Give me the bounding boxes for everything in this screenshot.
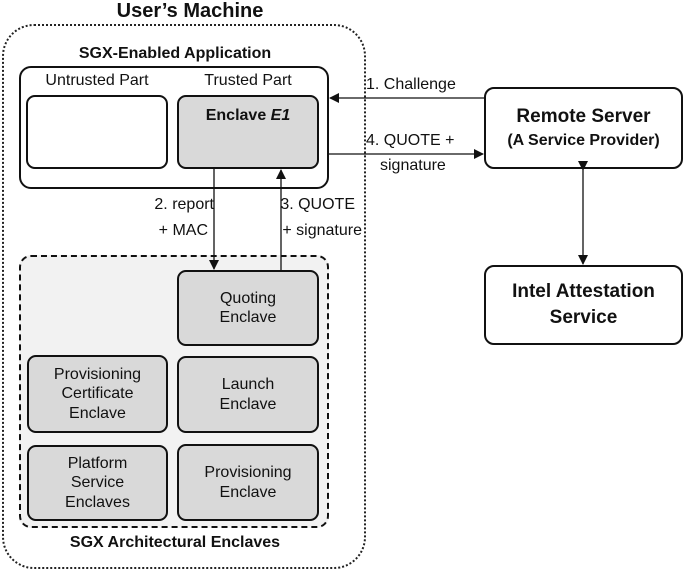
- step4-label-line1: 4. QUOTE +: [366, 132, 455, 149]
- step4-label-line2: signature: [380, 157, 446, 174]
- step3-label-line2: + signature: [282, 222, 362, 239]
- arrows-layer: [209, 93, 588, 270]
- step2-label-line1: 2. report: [154, 196, 214, 213]
- step2-label-line2: + MAC: [158, 222, 208, 239]
- step1-label: 1. Challenge: [366, 76, 456, 93]
- step3-label-line1: 3. QUOTE: [280, 196, 355, 213]
